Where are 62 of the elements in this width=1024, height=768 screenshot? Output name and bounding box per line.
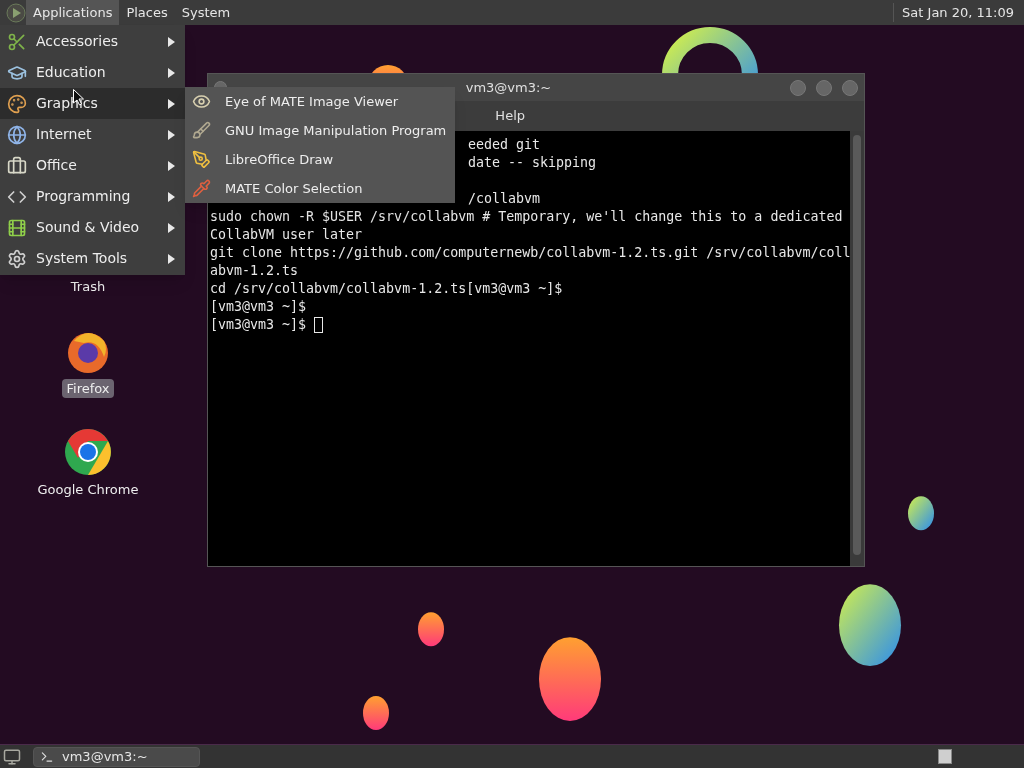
menu-item[interactable]: LibreOffice Draw	[185, 145, 455, 174]
window-title: vm3@vm3:~	[465, 78, 552, 97]
menu-item[interactable]: Help	[491, 106, 529, 126]
minimize-button[interactable]	[790, 79, 806, 96]
maximize-button[interactable]	[816, 79, 832, 96]
show-desktop-icon[interactable]	[3, 747, 21, 766]
desktop-icon-label[interactable]: Google Chrome	[33, 480, 143, 500]
panel-menu[interactable]: Places	[119, 0, 175, 25]
caret-icon	[168, 191, 175, 202]
caret-icon	[168, 67, 175, 78]
brush-icon	[192, 121, 211, 140]
menu-item[interactable]: Graphics	[0, 88, 185, 119]
text-cursor	[314, 317, 324, 333]
caret-icon	[168, 160, 175, 171]
terminal-line: [vm3@vm3 ~]$	[210, 316, 308, 334]
taskbar-button[interactable]: vm3@vm3:~	[33, 746, 200, 767]
terminal-line: eeded git	[468, 137, 541, 152]
workspace-switcher[interactable]	[938, 749, 952, 764]
gear-icon	[7, 248, 27, 269]
scissors-icon	[7, 31, 27, 52]
menu-item[interactable]: Sound & Video	[0, 212, 185, 243]
panel-menu[interactable]: Applications	[26, 0, 120, 25]
film-icon	[7, 217, 27, 238]
eye-icon	[192, 92, 211, 111]
terminal-line: CollabVM user later	[210, 227, 363, 242]
terminal-line: abvm-1.2.ts	[210, 263, 299, 278]
bubble-shape	[363, 696, 389, 730]
logo-icon	[6, 2, 26, 23]
chrome-icon[interactable]	[64, 428, 112, 476]
menu-item[interactable]: MATE Color Selection	[185, 174, 455, 203]
terminal-line: date -- skipping	[468, 155, 597, 170]
pipette-icon	[192, 179, 211, 198]
terminal-line: git clone https://github.com/computernewb/collabvm-1.2.ts.git /srv/collabvm/coll	[210, 245, 851, 260]
close-button[interactable]	[842, 79, 858, 96]
terminal-line: cd /srv/collabvm/collabvm-1.2.ts[vm3@vm3 ~]$	[210, 281, 563, 296]
menu-item[interactable]: Office	[0, 150, 185, 181]
terminal-line: [vm3@vm3 ~]$	[210, 299, 307, 314]
menu-item[interactable]: Internet	[0, 119, 185, 150]
briefcase-icon	[7, 155, 27, 176]
caret-icon	[168, 253, 175, 264]
menu-item[interactable]: Programming	[0, 181, 185, 212]
caret-icon	[168, 129, 175, 140]
caret-icon	[168, 98, 175, 109]
caret-icon	[168, 222, 175, 233]
globe-icon	[7, 124, 27, 145]
desktop-icon-label[interactable]: Firefox	[62, 378, 114, 398]
terminal-line: sudo chown -R $USER /srv/collabvm # Temporary, we'll change this to a dedicated	[210, 209, 843, 224]
menu-item[interactable]: Accessories	[0, 26, 185, 57]
caret-icon	[168, 36, 175, 47]
palette-icon	[7, 93, 27, 114]
menu-item[interactable]: GNU Image Manipulation Program	[185, 116, 455, 145]
menu-item[interactable]: Eye of MATE Image Viewer	[185, 87, 455, 116]
clock[interactable]: Sat Jan 20, 11:09	[893, 2, 1024, 23]
bubble-shape	[418, 612, 444, 647]
desktop-icon-label[interactable]: Trash	[66, 277, 110, 297]
terminal-line: /collabvm	[468, 191, 541, 206]
terminal-icon	[40, 749, 54, 764]
pen-icon	[192, 150, 211, 169]
menu-item[interactable]: System Tools	[0, 243, 185, 274]
panel-menu[interactable]: System	[174, 0, 238, 25]
menu-item[interactable]: Education	[0, 57, 185, 88]
bubble-shape	[908, 496, 934, 531]
